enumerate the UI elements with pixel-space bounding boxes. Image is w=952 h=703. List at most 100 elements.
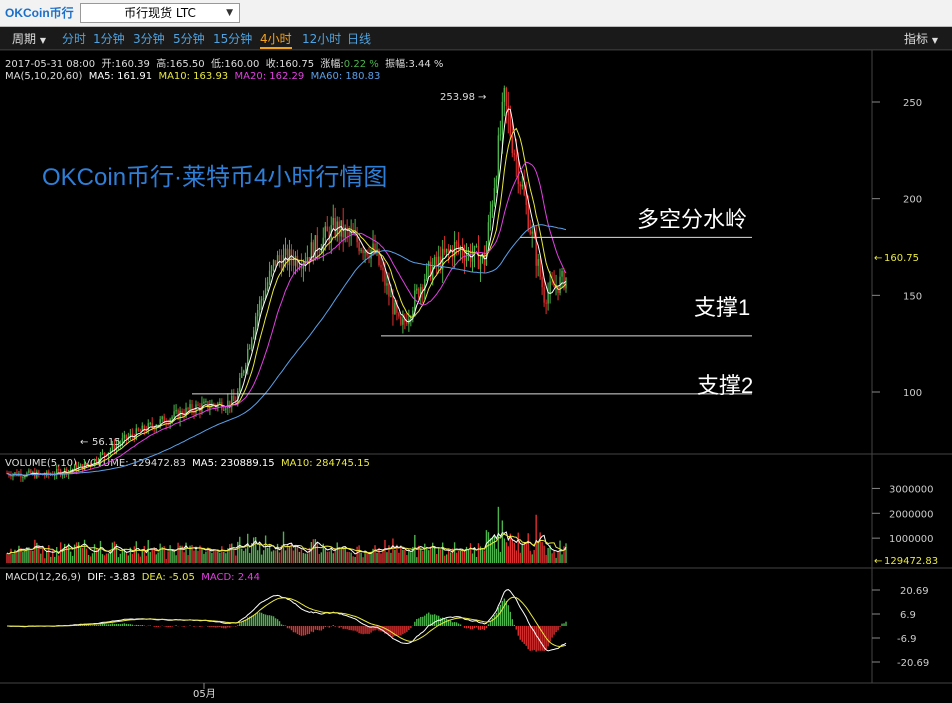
volume-bar [392, 538, 394, 563]
volume-bar [378, 547, 380, 563]
y-tick-label: 250 [903, 98, 922, 109]
candle-body [75, 465, 78, 471]
volume-bar [316, 542, 319, 563]
volume-bar [374, 545, 376, 563]
candle-body [209, 407, 211, 409]
candle-body [318, 251, 321, 253]
candle-body [529, 230, 531, 234]
volume-bar [127, 555, 130, 563]
volume-bar [260, 554, 263, 563]
candle-body [436, 256, 438, 265]
volume-bar [89, 556, 92, 563]
volume-bar [71, 555, 74, 563]
candle-body [511, 135, 513, 154]
candle-body [501, 101, 504, 135]
candle-body [139, 430, 141, 432]
candle-body [268, 270, 271, 283]
volume-bar [354, 556, 356, 563]
volume-bar [459, 550, 462, 563]
candle-body [549, 281, 551, 293]
candle-body [334, 217, 336, 236]
volume-bar [157, 552, 159, 563]
volume-bar [266, 547, 269, 563]
volume-bar [18, 545, 20, 563]
candle-body [503, 87, 506, 102]
candle-body [189, 404, 191, 410]
volume-bar [523, 541, 525, 563]
candle-body [260, 299, 263, 301]
candle-body [479, 259, 482, 269]
volume-bar [167, 551, 169, 563]
volume-bar [203, 553, 205, 563]
volume-bar [340, 547, 342, 563]
volume-bar [40, 553, 42, 563]
volume-bar [12, 553, 14, 563]
volume-bar [24, 550, 26, 563]
volume-bar [38, 546, 40, 563]
candle-body [245, 365, 247, 371]
volume-bar [553, 550, 555, 563]
volume-bar [352, 556, 354, 563]
volume-bar [77, 542, 80, 563]
candle-body [445, 248, 448, 253]
volume-bar [469, 543, 472, 563]
volume-bar [247, 533, 249, 563]
volume-bar [410, 552, 412, 563]
x-label-may: 05月 [193, 688, 216, 700]
candle-body [527, 204, 529, 231]
volume-bar [215, 550, 217, 563]
volume-bar [455, 552, 458, 563]
candle-body [322, 237, 324, 252]
candle-body [95, 458, 98, 463]
candle-body [455, 242, 458, 244]
volume-bar [529, 550, 531, 563]
volume-bar [565, 543, 567, 563]
candle-body [223, 409, 225, 411]
candle-body [243, 370, 245, 373]
volume-bar [131, 553, 134, 563]
dea-line [7, 596, 567, 648]
candle-body [270, 266, 273, 271]
volume-bar [56, 547, 58, 563]
volume-bar [30, 550, 32, 563]
candle-body [531, 231, 533, 234]
volume-bar [187, 555, 189, 563]
candle-body [513, 153, 515, 155]
price-chart[interactable]: 3000000 2000000 1000000 20.69 6.9 -6.9 -20.69… [0, 0, 952, 703]
volume-bar [6, 553, 8, 563]
candle-body [386, 283, 388, 286]
volume-bar [209, 549, 211, 563]
y-axis: 250 200 150 100 [903, 98, 922, 399]
volume-bar [400, 545, 402, 563]
volume-bar [169, 545, 171, 563]
volume-bar [362, 557, 364, 563]
macd-tick-label: 6.9 [900, 610, 916, 621]
dif-line [6, 589, 567, 652]
volume-bar [384, 540, 386, 563]
volume-bar [288, 546, 291, 563]
volume-tick-label: 3000000 [889, 484, 934, 495]
volume-bar [304, 553, 307, 563]
candle-body [24, 476, 26, 478]
volume-bar [85, 548, 88, 563]
volume-bar [318, 553, 321, 563]
volume-bar [42, 548, 44, 563]
volume-bar [105, 553, 108, 563]
volume-bar [171, 549, 173, 563]
volume-bar [117, 557, 120, 563]
volume-bar [149, 552, 151, 563]
candle-body [262, 298, 265, 300]
candle-body [149, 423, 151, 425]
volume-bar [67, 543, 70, 563]
volume-bar [449, 552, 452, 563]
candle-body [497, 135, 500, 180]
volume-bar [499, 551, 502, 563]
volume-bar [91, 553, 94, 563]
volume-bar [109, 549, 112, 563]
candle-body [489, 211, 492, 223]
candle-body [561, 270, 563, 277]
volume-bar [461, 549, 464, 563]
volume-bar [551, 553, 553, 563]
volume-bar [282, 531, 285, 563]
volume-bar [517, 532, 519, 563]
